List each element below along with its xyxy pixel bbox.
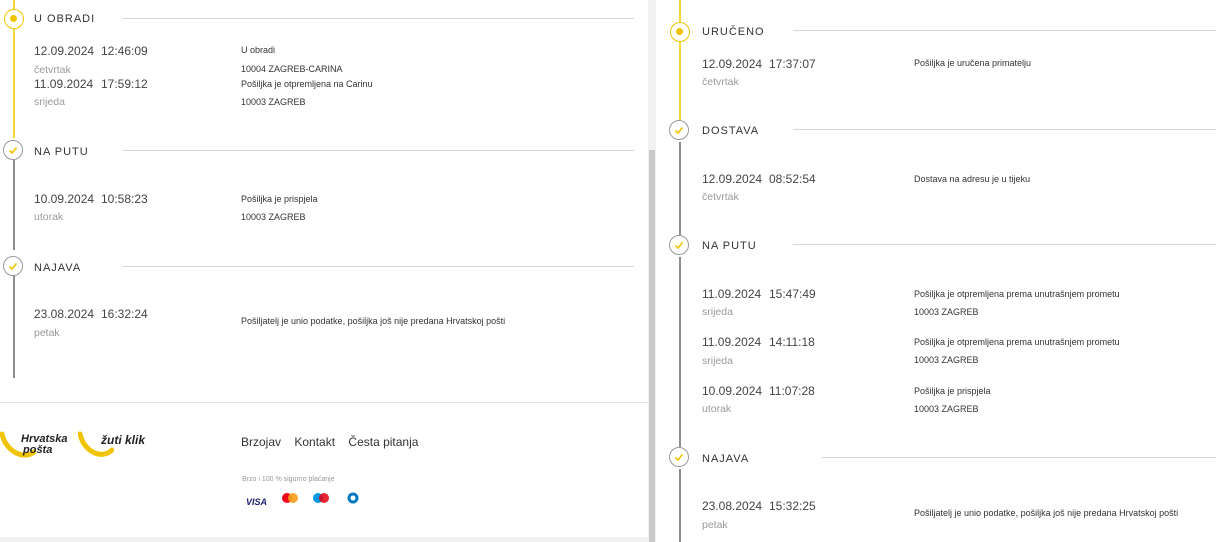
event-location: 10003 ZAGREB bbox=[241, 97, 306, 107]
event-time: 15:32:25 bbox=[769, 499, 816, 513]
checkmark-icon bbox=[669, 447, 689, 467]
logo-text: žuti klik bbox=[101, 433, 146, 447]
event-time: 14:11:18 bbox=[769, 335, 815, 349]
event-date: 10.09.2024 bbox=[34, 192, 95, 206]
event-day: utorak bbox=[34, 211, 64, 223]
checkmark-icon bbox=[3, 256, 23, 276]
section-title: NA PUTU bbox=[34, 146, 89, 158]
event-date: 12.09.2024 bbox=[34, 44, 95, 58]
hrvatska-posta-logo[interactable]: Hrvatska pošta bbox=[0, 428, 70, 464]
event-description: U obradi bbox=[241, 45, 276, 55]
section-divider bbox=[793, 244, 1216, 245]
status-active-icon bbox=[4, 9, 24, 29]
diners-icon bbox=[347, 492, 359, 504]
section-title: U OBRADI bbox=[34, 13, 96, 25]
event-location: 10003 ZAGREB bbox=[241, 212, 306, 222]
checkmark-icon bbox=[669, 235, 689, 255]
timeline-line bbox=[679, 142, 681, 235]
status-active-icon bbox=[670, 22, 690, 42]
event-location: 10004 ZAGREB-CARINA bbox=[241, 64, 343, 74]
event-date: 11.09.2024 bbox=[702, 287, 762, 301]
checkmark-icon bbox=[3, 140, 23, 160]
tracking-pane-right: URUČENO 12.09.2024 17:37:07 četvrtak Poš… bbox=[656, 0, 1216, 542]
event-location: 10003 ZAGREB bbox=[914, 404, 979, 414]
event-time: 11:07:28 bbox=[769, 384, 815, 398]
section-title: URUČENO bbox=[702, 26, 765, 38]
event-description: Pošiljatelj je unio podatke, pošiljka jo… bbox=[241, 316, 506, 326]
event-location: 10003 ZAGREB bbox=[914, 355, 979, 365]
event-date: 11.09.2024 bbox=[702, 335, 762, 349]
section-divider bbox=[793, 30, 1216, 31]
event-date: 12.09.2024 bbox=[702, 57, 763, 71]
section-divider bbox=[123, 18, 634, 19]
visa-label: VISA bbox=[246, 497, 268, 507]
event-date: 11.09.2024 bbox=[34, 77, 94, 91]
event-day: srijeda bbox=[702, 306, 733, 318]
footer-links: Brzojav Kontakt Česta pitanja bbox=[241, 435, 428, 449]
tracking-pane-left: U OBRADI 12.09.2024 12:46:09 četvrtak U … bbox=[0, 0, 648, 542]
event-time: 17:59:12 bbox=[101, 77, 148, 91]
maestro-icon bbox=[313, 493, 329, 503]
mastercard-icon bbox=[282, 493, 298, 503]
section-title: NAJAVA bbox=[702, 453, 750, 465]
timeline-line-active bbox=[679, 0, 681, 120]
event-time: 12:46:09 bbox=[101, 44, 148, 58]
scrollbar-thumb[interactable] bbox=[649, 150, 655, 542]
logo-text: pošta bbox=[23, 444, 53, 456]
event-day: srijeda bbox=[702, 355, 733, 367]
event-description: Pošiljka je uručena primatelju bbox=[914, 58, 1032, 68]
footer-link-kontakt[interactable]: Kontakt bbox=[294, 435, 335, 449]
timeline-line bbox=[679, 469, 681, 542]
event-description: Pošiljatelj je unio podatke, pošiljka jo… bbox=[914, 508, 1179, 518]
checkmark-icon bbox=[669, 120, 689, 140]
event-time: 17:37:07 bbox=[769, 57, 816, 71]
event-description: Dostava na adresu je u tijeku bbox=[914, 174, 1031, 184]
zuti-klik-logo[interactable]: žuti klik bbox=[78, 430, 148, 462]
event-description: Pošiljka je prispjela bbox=[241, 194, 318, 204]
event-date: 23.08.2024 bbox=[702, 499, 763, 513]
event-date: 23.08.2024 bbox=[34, 307, 95, 321]
visa-icon: VISA bbox=[246, 492, 267, 510]
timeline-line bbox=[679, 257, 681, 447]
event-location: 10003 ZAGREB bbox=[914, 307, 979, 317]
event-time: 08:52:54 bbox=[769, 172, 816, 186]
event-time: 10:58:23 bbox=[101, 192, 148, 206]
event-day: petak bbox=[34, 327, 60, 339]
section-divider bbox=[793, 129, 1216, 130]
event-date: 12.09.2024 bbox=[702, 172, 763, 186]
event-time: 16:32:24 bbox=[101, 307, 148, 321]
event-date: 10.09.2024 bbox=[702, 384, 763, 398]
event-description: Pošiljka je otpremljena prema unutrašnje… bbox=[914, 289, 1120, 299]
event-day: petak bbox=[702, 519, 728, 531]
footer-bottom-strip bbox=[0, 537, 648, 542]
payment-caption: Brzo i 100 % sigurno plaćanje bbox=[242, 476, 335, 483]
event-description: Pošiljka je otpremljena prema unutrašnje… bbox=[914, 337, 1120, 347]
event-day: četvrtak bbox=[702, 76, 739, 88]
event-day: četvrtak bbox=[702, 191, 739, 203]
timeline-line bbox=[13, 276, 15, 378]
event-day: četvrtak bbox=[34, 64, 71, 76]
footer-link-brzojav[interactable]: Brzojav bbox=[241, 435, 281, 449]
footer-link-cesta-pitanja[interactable]: Česta pitanja bbox=[348, 435, 418, 449]
footer-divider bbox=[0, 402, 648, 403]
section-title: NAJAVA bbox=[34, 262, 82, 274]
section-title: DOSTAVA bbox=[702, 125, 760, 137]
section-divider bbox=[123, 266, 634, 267]
section-title: NA PUTU bbox=[702, 240, 757, 252]
event-description: Pošiljka je otpremljena na Carinu bbox=[241, 79, 373, 89]
section-divider bbox=[123, 150, 634, 151]
timeline-line bbox=[13, 160, 15, 250]
event-description: Pošiljka je prispjela bbox=[914, 386, 991, 396]
event-day: srijeda bbox=[34, 96, 65, 108]
section-divider bbox=[822, 457, 1216, 458]
event-day: utorak bbox=[702, 403, 732, 415]
event-time: 15:47:49 bbox=[769, 287, 816, 301]
